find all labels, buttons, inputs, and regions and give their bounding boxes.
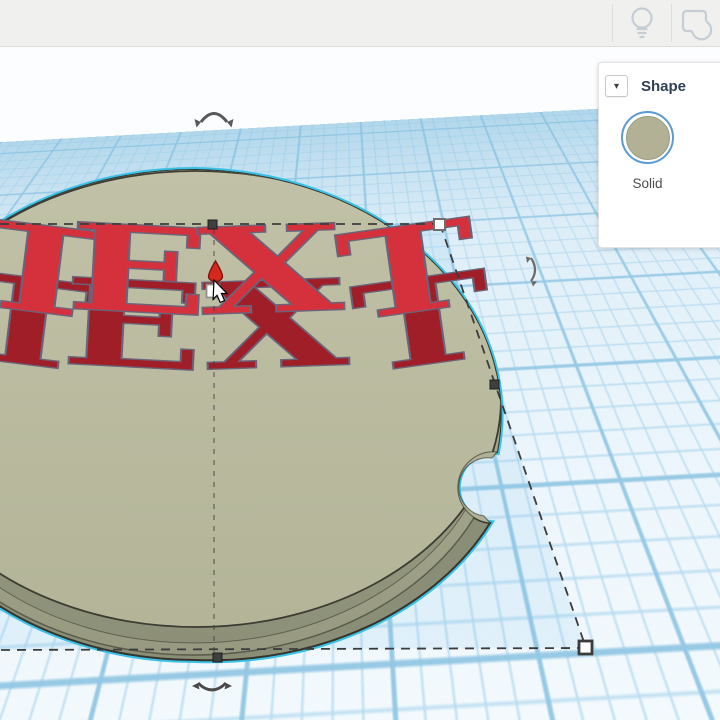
handle-corner-se[interactable] — [579, 641, 592, 654]
panel-title: Shape — [641, 78, 686, 95]
handle-right-mid[interactable] — [490, 380, 499, 389]
toolbar-separator — [612, 4, 613, 42]
solid-color-swatch[interactable] — [626, 116, 670, 160]
panel-collapse-button[interactable]: ▾ — [605, 75, 628, 97]
shape-blob-icon — [676, 3, 718, 43]
rotate-handle-top[interactable] — [195, 114, 234, 128]
color-swatch-ring[interactable] — [621, 111, 674, 164]
letter-top[interactable]: T — [330, 192, 487, 350]
hint-lightbulb-button[interactable] — [616, 0, 668, 46]
swatch-label: Solid — [632, 176, 662, 191]
chevron-down-icon: ▾ — [614, 81, 619, 92]
shape-tool-button[interactable] — [674, 0, 720, 46]
tinkercad-editor: T E X T T E X T — [0, 0, 720, 720]
handle-corner-ne[interactable] — [434, 219, 445, 230]
top-toolbar — [0, 0, 720, 47]
handle-bottom-mid[interactable] — [213, 653, 222, 662]
rotate-handle-right[interactable] — [526, 257, 537, 287]
shape-inspector-panel: ▾ Shape Solid — [598, 62, 720, 248]
text-object[interactable]: T E X T — [0, 192, 487, 350]
rotate-handle-bottom[interactable] — [192, 683, 232, 690]
toolbar-separator — [671, 4, 672, 42]
handle-top-mid[interactable] — [208, 220, 217, 229]
lightbulb-icon — [624, 3, 660, 43]
letter-top[interactable]: E — [63, 197, 213, 344]
